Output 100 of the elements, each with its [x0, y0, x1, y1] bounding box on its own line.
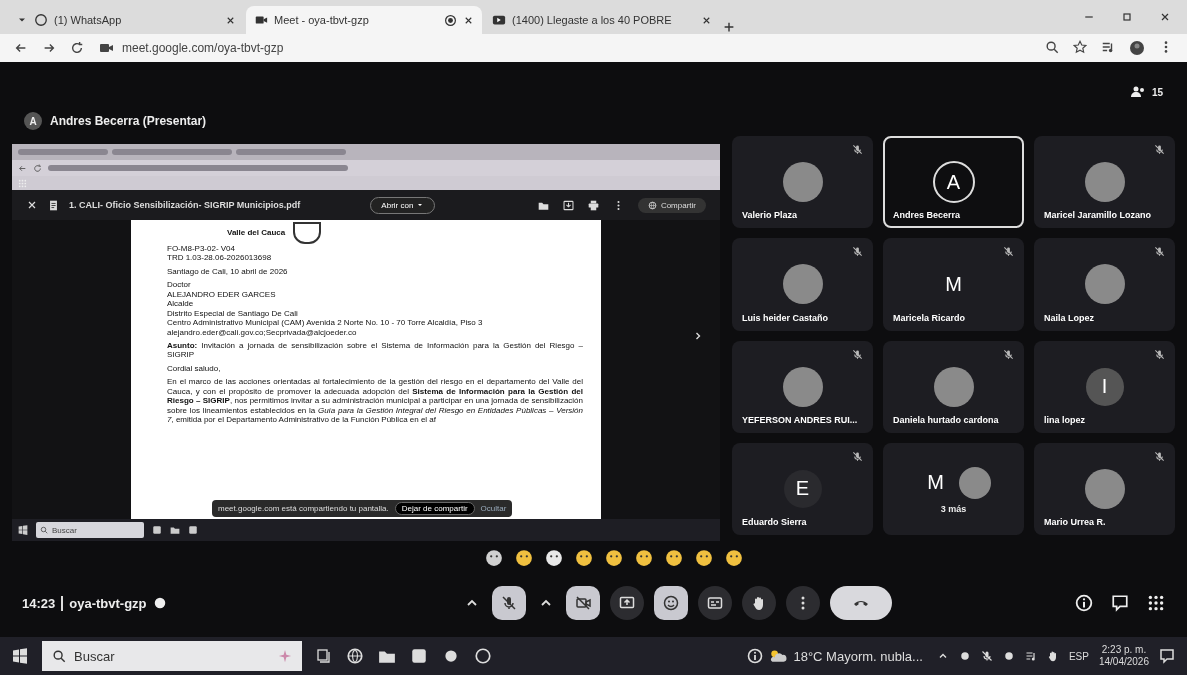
activities-icon[interactable]	[1147, 594, 1165, 612]
participant-tile[interactable]: E Eduardo Sierra	[732, 442, 873, 535]
captions-button[interactable]	[698, 586, 732, 620]
muted-mic-icon	[852, 246, 863, 258]
download-icon[interactable]	[562, 199, 574, 211]
printer-icon[interactable]	[587, 199, 599, 211]
share-button[interactable]: Compartir	[637, 197, 706, 213]
participant-tile[interactable]: YEFERSON ANDRES RUI...	[732, 340, 873, 433]
seal-icon	[293, 222, 322, 244]
participant-name: Valerio Plaza	[742, 210, 798, 221]
address-bar[interactable]: meet.google.com/oya-tbvt-gzp	[122, 41, 284, 55]
taskbar-app-icon[interactable]	[188, 525, 198, 535]
muted-mic-icon	[1154, 246, 1165, 258]
document-code: TRD 1.03-28.06-2026013698	[167, 253, 273, 263]
avatar-placeholder	[1084, 162, 1125, 203]
document-line: alejandro.eder@cali.gov.co;Secprivada@alcjoeder.co	[167, 327, 358, 337]
taskbar-clock[interactable]: 2:23 p. m. 14/04/2026	[1098, 644, 1149, 668]
document-paragraph: Asunto: Invitación a jornada de sensibilización sobre el Sistema de Información para la Gestión del Riesgo – SIGRIP	[167, 340, 583, 360]
muted-mic-icon	[1154, 348, 1165, 360]
present-button[interactable]	[610, 586, 644, 620]
browser-tab[interactable]: (1400) Llegaste a los 40 POBRE	[484, 6, 720, 34]
meeting-code: oya-tbvt-gzp	[61, 595, 147, 611]
app-icon[interactable]	[442, 647, 460, 665]
muted-mic-icon	[852, 144, 863, 155]
weather-text[interactable]: 18°C Mayorm. nubla...	[793, 648, 923, 664]
captions-icon	[707, 595, 723, 611]
help-icon[interactable]	[747, 648, 764, 664]
avatar-placeholder	[1084, 264, 1125, 305]
people-icon[interactable]	[1129, 84, 1146, 100]
participant-tile[interactable]: M Maricela Ricardo	[883, 238, 1024, 331]
browser-tab[interactable]: (1) WhatsApp	[8, 6, 244, 34]
avatar-placeholder	[933, 366, 974, 407]
apps-icon	[18, 178, 27, 188]
participant-tile[interactable]: Maricel Jaramillo Lozano	[1034, 136, 1175, 229]
emoji-icon	[663, 595, 679, 611]
more-button[interactable]	[786, 586, 820, 620]
new-tab-icon[interactable]	[722, 20, 736, 34]
back-icon[interactable]	[14, 41, 28, 55]
info-icon[interactable]	[1075, 594, 1093, 612]
weather-icon	[769, 647, 788, 665]
mic-off-button[interactable]	[492, 586, 526, 620]
start-icon[interactable]	[18, 525, 28, 535]
profile-icon[interactable]	[1129, 40, 1145, 56]
close-icon[interactable]	[26, 199, 38, 211]
more-participants: 3 más	[940, 503, 967, 514]
participant-tile[interactable]: I lina lopez	[1034, 340, 1175, 433]
document-icon	[48, 199, 59, 211]
maximize-icon[interactable]	[1121, 11, 1133, 23]
store-icon[interactable]	[410, 647, 428, 665]
end-call-button[interactable]	[830, 586, 892, 620]
browser-icon[interactable]	[346, 647, 364, 665]
participant-tile[interactable]: A Andres Becerra	[883, 136, 1024, 229]
language-indicator[interactable]: ESP	[1068, 650, 1089, 662]
camera-off-button[interactable]	[566, 586, 600, 620]
hide-link[interactable]: Ocultar	[480, 504, 507, 513]
share-message: meet.google.com está compartiendo tu pantalla.	[218, 504, 389, 513]
zoom-icon[interactable]	[1045, 40, 1059, 54]
participant-tile[interactable]: Mario Urrea R.	[1034, 442, 1175, 535]
taskbar-search[interactable]: Buscar	[36, 522, 144, 538]
taskbar-search[interactable]: Buscar	[42, 641, 302, 671]
muted-mic-icon	[1154, 450, 1165, 462]
muted-mic-icon	[852, 348, 863, 360]
participant-tile[interactable]: Valerio Plaza	[732, 136, 873, 229]
close-icon[interactable]	[1159, 11, 1171, 23]
forward-icon[interactable]	[42, 41, 56, 55]
search-icon	[52, 649, 66, 663]
presenter-avatar: A	[24, 112, 42, 130]
hand-button[interactable]	[742, 586, 776, 620]
participant-tile[interactable]: Daniela hurtado cardona	[883, 340, 1024, 433]
avatar-placeholder	[958, 466, 991, 499]
folder-icon[interactable]	[170, 525, 180, 535]
muted-mic-icon	[1003, 246, 1014, 258]
search-icon	[40, 526, 48, 534]
browser-tab[interactable]: Meet - oya-tbvt-gzp	[246, 6, 482, 34]
participant-tile[interactable]: M 3 más	[883, 442, 1024, 535]
document-line: Doctor	[167, 280, 192, 290]
muted-mic-icon	[501, 595, 517, 611]
start-icon[interactable]	[12, 648, 28, 664]
open-with-button[interactable]: Abrir con	[370, 196, 436, 214]
camera-off-icon	[575, 595, 591, 611]
avatar-initial: I	[1085, 367, 1124, 406]
bookmark-star-icon[interactable]	[1073, 40, 1087, 54]
participant-name: Daniela hurtado cardona	[893, 414, 999, 425]
taskbar-app-icon[interactable]	[152, 525, 162, 535]
meeting-time: 14:23	[22, 595, 56, 611]
participant-name: Andres Becerra	[893, 210, 961, 221]
play-icon	[492, 13, 506, 27]
muted-mic-icon	[1003, 348, 1014, 360]
participant-name: Eduardo Sierra	[742, 517, 807, 527]
task-view-icon[interactable]	[316, 648, 332, 664]
emoji-button[interactable]	[654, 586, 688, 620]
notification-icon[interactable]	[1159, 648, 1175, 664]
participant-tile[interactable]: Luis heider Castaño	[732, 238, 873, 331]
avatar-placeholder	[782, 162, 823, 203]
media-control-icon[interactable]	[1101, 40, 1115, 54]
reload-icon[interactable]	[70, 41, 84, 55]
stop-sharing-button[interactable]: Dejar de compartir	[394, 502, 475, 515]
pdf-title: 1. CALI- Oficio Sensibilización- SIGRIP Municipios.pdf	[69, 200, 301, 210]
microphone-icon[interactable]	[980, 650, 993, 662]
participant-tile[interactable]: Naila Lopez	[1034, 238, 1175, 331]
